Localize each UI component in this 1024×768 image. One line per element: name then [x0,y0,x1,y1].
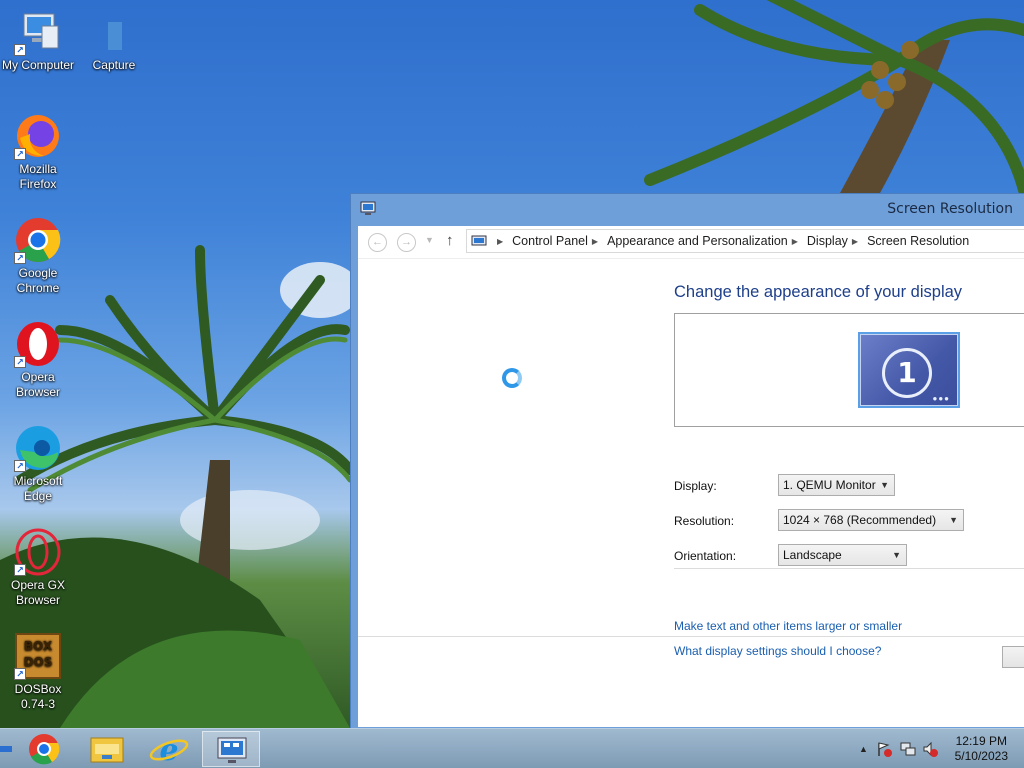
up-arrow-icon[interactable]: ↑ [446,232,454,249]
dosbox-icon: BOX DOS ↗ [14,632,62,680]
shortcut-arrow-icon: ↗ [14,356,26,368]
chevron-down-icon: ▼ [949,515,958,525]
section-divider [674,568,1024,569]
desktop-icon-label: Opera Browser [15,370,60,399]
opera-gx-icon: ↗ [14,528,62,576]
shortcut-arrow-icon: ↗ [14,460,26,472]
desktop-icon-capture[interactable]: Capture [76,8,152,73]
desktop-icon-chrome[interactable]: ↗ Google Chrome [0,216,76,296]
forward-button[interactable]: → [397,233,416,252]
title-bar[interactable]: Screen Resolution [351,194,1024,226]
desktop-icon-label: Microsoft Edge [13,474,63,503]
system-tray: ▲ 12:19 PM 5/10/2023 [834,729,1024,768]
breadcrumb-appearance-personalization[interactable]: Appearance and Personalization [607,234,788,248]
opera-icon: ↗ [14,320,62,368]
taskbar: e ▲ 12:19 PM 5/10/2023 [0,728,1024,768]
shortcut-arrow-icon: ↗ [14,252,26,264]
orientation-select-value: Landscape [783,548,842,562]
desktop-icon-label: Opera GX Browser [10,578,66,607]
file-icon [90,8,138,56]
nav-divider [358,258,1024,259]
desktop-icon-label: Google Chrome [16,266,60,295]
clock-time: 12:19 PM [955,734,1007,748]
taskbar-clock[interactable]: 12:19 PM 5/10/2023 [955,734,1008,764]
orientation-select[interactable]: Landscape ▼ [778,544,907,566]
breadcrumb-control-panel[interactable]: Control Panel [512,234,588,248]
monitor-1-thumbnail[interactable]: 1 ●●● [858,332,960,408]
navigation-bar: ← → ▼ ↑ ▶ Control Panel ▶ Appearance and… [358,226,1024,258]
desktop-icon-my-computer[interactable]: ↗ My Computer [0,8,76,73]
resolution-select[interactable]: 1024 × 768 (Recommended) ▼ [778,509,964,531]
display-settings-icon [360,201,376,215]
display-help-link[interactable]: What display settings should I choose? [674,644,881,658]
svg-text:BOX: BOX [24,639,53,653]
page-title: Change the appearance of your display [674,283,963,301]
show-hidden-icons-chevron-icon[interactable]: ▲ [859,744,868,754]
chevron-down-icon: ▼ [892,550,901,560]
text-size-link[interactable]: Make text and other items larger or smal… [674,619,902,633]
monitor-number: 1 [882,348,932,398]
monitor-dots-icon: ●●● [932,394,950,403]
address-bar[interactable]: ▶ Control Panel ▶ Appearance and Persona… [466,229,1024,253]
clock-date: 5/10/2023 [954,749,1008,763]
screen-resolution-window[interactable]: Screen Resolution ← → ▼ ↑ ▶ Control Pane… [350,193,1024,733]
back-button[interactable]: ← [368,233,387,252]
taskbar-internet-explorer-button[interactable]: e [140,731,198,768]
control-panel-icon [471,235,487,245]
desktop-icon-opera-gx[interactable]: ↗ Opera GX Browser [0,528,76,608]
computer-icon: ↗ [14,8,62,56]
display-label: Display: [674,479,717,493]
breadcrumb-screen-resolution[interactable]: Screen Resolution [867,234,969,248]
breadcrumb-chevron-icon: ▶ [497,236,504,246]
desktop-icon-dosbox[interactable]: BOX DOS ↗ DOSBox 0.74-3 [0,632,76,712]
shortcut-arrow-icon: ↗ [14,564,26,576]
shortcut-arrow-icon: ↗ [14,44,26,56]
desktop-icon-edge[interactable]: ↗ Microsoft Edge [0,424,76,504]
shortcut-arrow-icon: ↗ [14,148,26,160]
desktop-icon-firefox[interactable]: ↗ Mozilla Firefox [0,112,76,192]
desktop-icon-label: My Computer [1,58,75,72]
chevron-down-icon: ▼ [880,480,889,490]
footer-divider [358,636,1024,637]
desktop-icon-label: Mozilla Firefox [19,162,57,191]
desktop-icon-label: Capture [92,58,136,72]
breadcrumb-display[interactable]: Display [807,234,848,248]
svg-text:DOS: DOS [24,655,53,669]
action-center-flag-icon[interactable] [876,741,892,760]
shortcut-arrow-icon: ↗ [14,668,26,680]
volume-muted-icon[interactable] [922,741,938,760]
display-select[interactable]: 1. QEMU Monitor ▼ [778,474,895,496]
chrome-icon [29,734,60,765]
recent-locations-chevron-icon[interactable]: ▼ [425,235,434,245]
taskbar-file-explorer-button[interactable] [78,731,136,767]
file-explorer-icon [90,737,124,763]
breadcrumb-chevron-icon: ▶ [851,236,859,246]
internet-explorer-icon: e [149,733,189,768]
ok-button[interactable] [1002,646,1024,668]
display-select-value: 1. QEMU Monitor [783,478,876,492]
network-icon[interactable] [900,741,916,760]
desktop-icon-label: DOSBox 0.74-3 [14,682,62,711]
window-title: Screen Resolution [887,201,1013,217]
breadcrumb-chevron-icon: ▶ [791,236,798,246]
taskbar-chrome-button[interactable] [15,731,73,767]
taskbar-control-panel-button[interactable] [202,731,260,767]
start-button[interactable] [0,746,12,752]
window-client-area: ← → ▼ ↑ ▶ Control Panel ▶ Appearance and… [358,226,1024,727]
resolution-select-value: 1024 × 768 (Recommended) [783,513,937,527]
breadcrumb-chevron-icon: ▶ [591,236,599,246]
monitor-preview-area: 1 ●●● [674,313,1024,427]
svg-text:e: e [159,733,178,767]
orientation-label: Orientation: [674,549,737,563]
firefox-icon: ↗ [14,112,62,160]
chrome-icon: ↗ [14,216,62,264]
edge-icon: ↗ [14,424,62,472]
control-panel-icon [217,737,247,763]
loading-spinner-icon [502,368,522,388]
resolution-label: Resolution: [674,514,735,528]
desktop-icon-opera[interactable]: ↗ Opera Browser [0,320,76,400]
